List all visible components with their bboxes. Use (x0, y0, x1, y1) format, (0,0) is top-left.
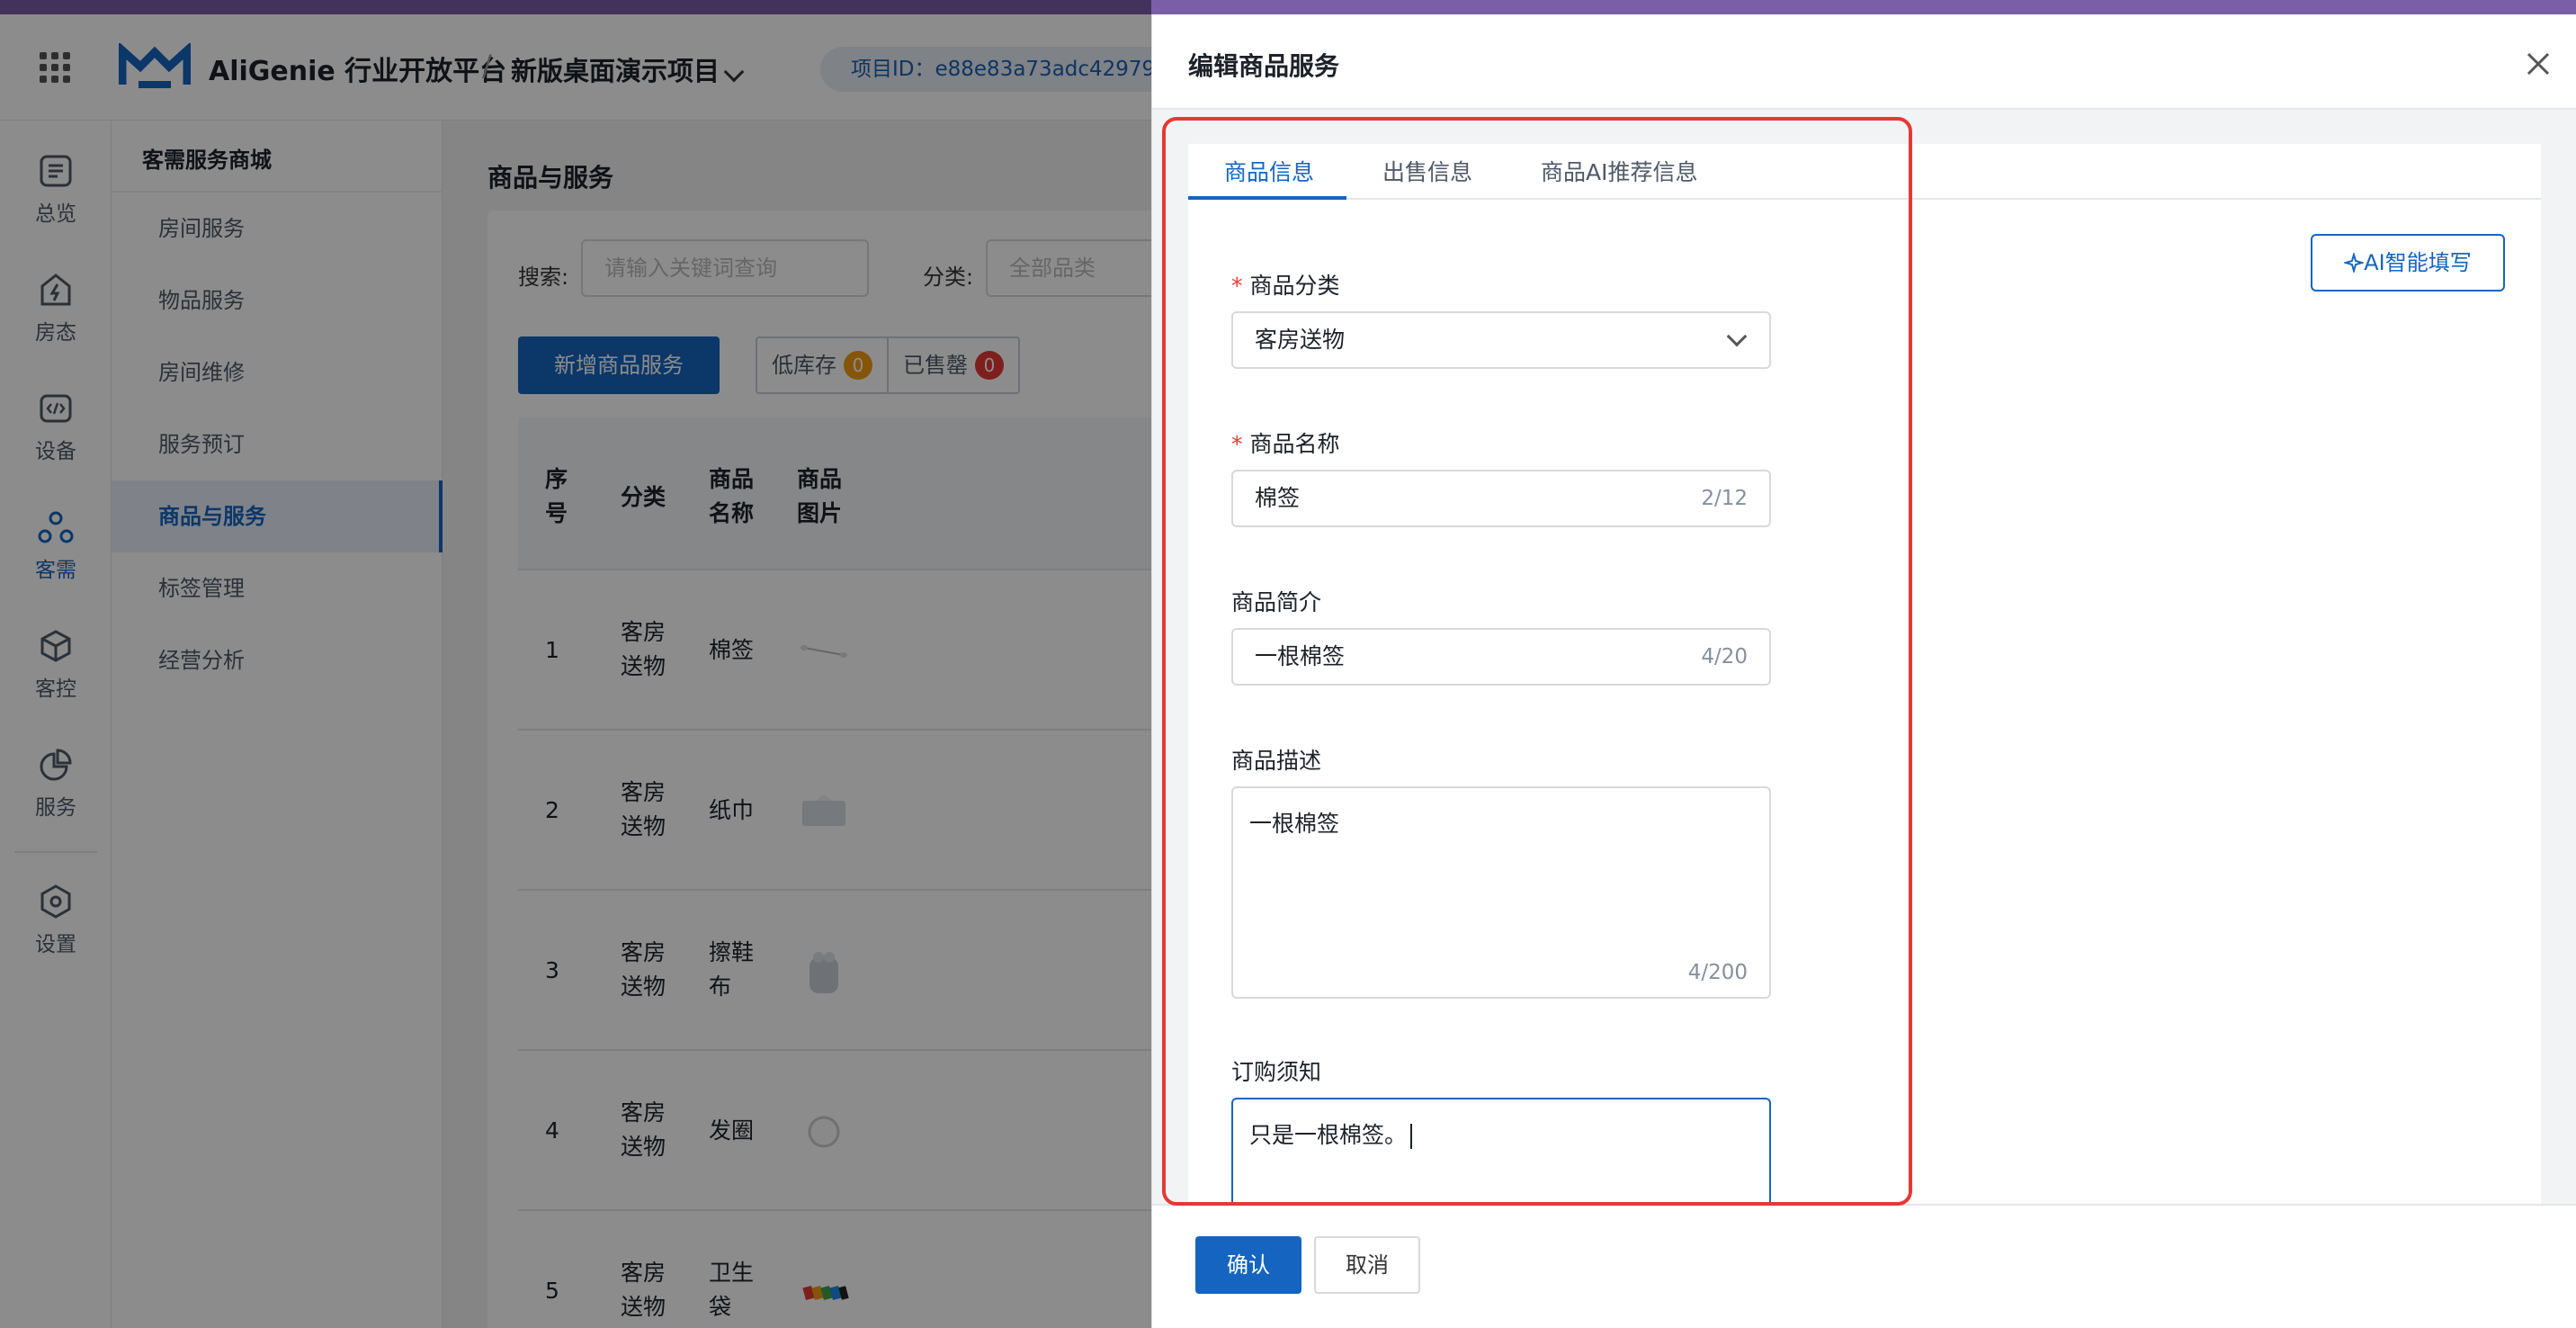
intro-input-value: 一根棉签 (1255, 643, 1346, 669)
drawer-footer: 确认 取消 (1152, 1204, 2576, 1328)
intro-char-count: 4/20 (1701, 645, 1748, 668)
ai-fill-label: AI智能填写 (2364, 250, 2472, 275)
drawer-header: 编辑商品服务 (1152, 14, 2576, 110)
form-panel: 商品信息 出售信息 商品AI推荐信息 AI智能填写 * 商品分类 客房送物 * 商品… (1188, 144, 2541, 1204)
description-value: 一根棉签 (1249, 811, 1340, 837)
confirm-button[interactable]: 确认 (1195, 1236, 1301, 1294)
close-icon[interactable] (2525, 50, 2552, 77)
desc-field-label: 商品描述 (1231, 748, 1322, 774)
intro-input[interactable]: 一根棉签 4/20 (1231, 628, 1771, 686)
name-input[interactable]: 棉签 2/12 (1231, 470, 1771, 527)
text-cursor (1410, 1124, 1413, 1149)
tab-sales-info[interactable]: 出售信息 (1382, 155, 1472, 200)
edit-product-drawer: 编辑商品服务 商品信息 出售信息 商品AI推荐信息 AI智能填写 * 商品分类 客… (1151, 14, 2576, 1328)
drawer-title: 编辑商品服务 (1188, 51, 1340, 81)
intro-field-label: 商品简介 (1231, 589, 1322, 615)
notice-value: 只是一根棉签。 (1249, 1122, 1408, 1148)
modal-overlay[interactable] (0, 0, 1151, 1328)
category-select[interactable]: 客房送物 (1231, 311, 1771, 369)
name-field-label-text: 商品名称 (1249, 431, 1340, 457)
category-select-value: 客房送物 (1255, 327, 1346, 353)
notice-textarea[interactable]: 只是一根棉签。 (1231, 1098, 1771, 1204)
chevron-down-icon (1726, 326, 1748, 347)
category-field-label: * 商品分类 (1231, 273, 1340, 299)
description-textarea[interactable]: 一根棉签 4/200 (1231, 786, 1771, 999)
name-input-value: 棉签 (1255, 485, 1301, 511)
notice-field-label: 订购须知 (1231, 1059, 1322, 1085)
name-char-count: 2/12 (1701, 487, 1748, 510)
drawer-body: 商品信息 出售信息 商品AI推荐信息 AI智能填写 * 商品分类 客房送物 * 商品… (1152, 110, 2576, 1204)
tab-bar: 商品信息 出售信息 商品AI推荐信息 (1188, 144, 2541, 200)
category-field-label-text: 商品分类 (1249, 273, 1340, 299)
ai-sparkle-icon (2342, 251, 2366, 274)
tab-ai-recommendation[interactable]: 商品AI推荐信息 (1541, 155, 1697, 200)
cancel-button[interactable]: 取消 (1314, 1236, 1420, 1294)
ai-fill-button[interactable]: AI智能填写 (2311, 234, 2505, 292)
description-char-count: 4/200 (1687, 961, 1748, 984)
tab-product-info[interactable]: 商品信息 (1188, 155, 1346, 200)
name-field-label: * 商品名称 (1231, 431, 1340, 457)
